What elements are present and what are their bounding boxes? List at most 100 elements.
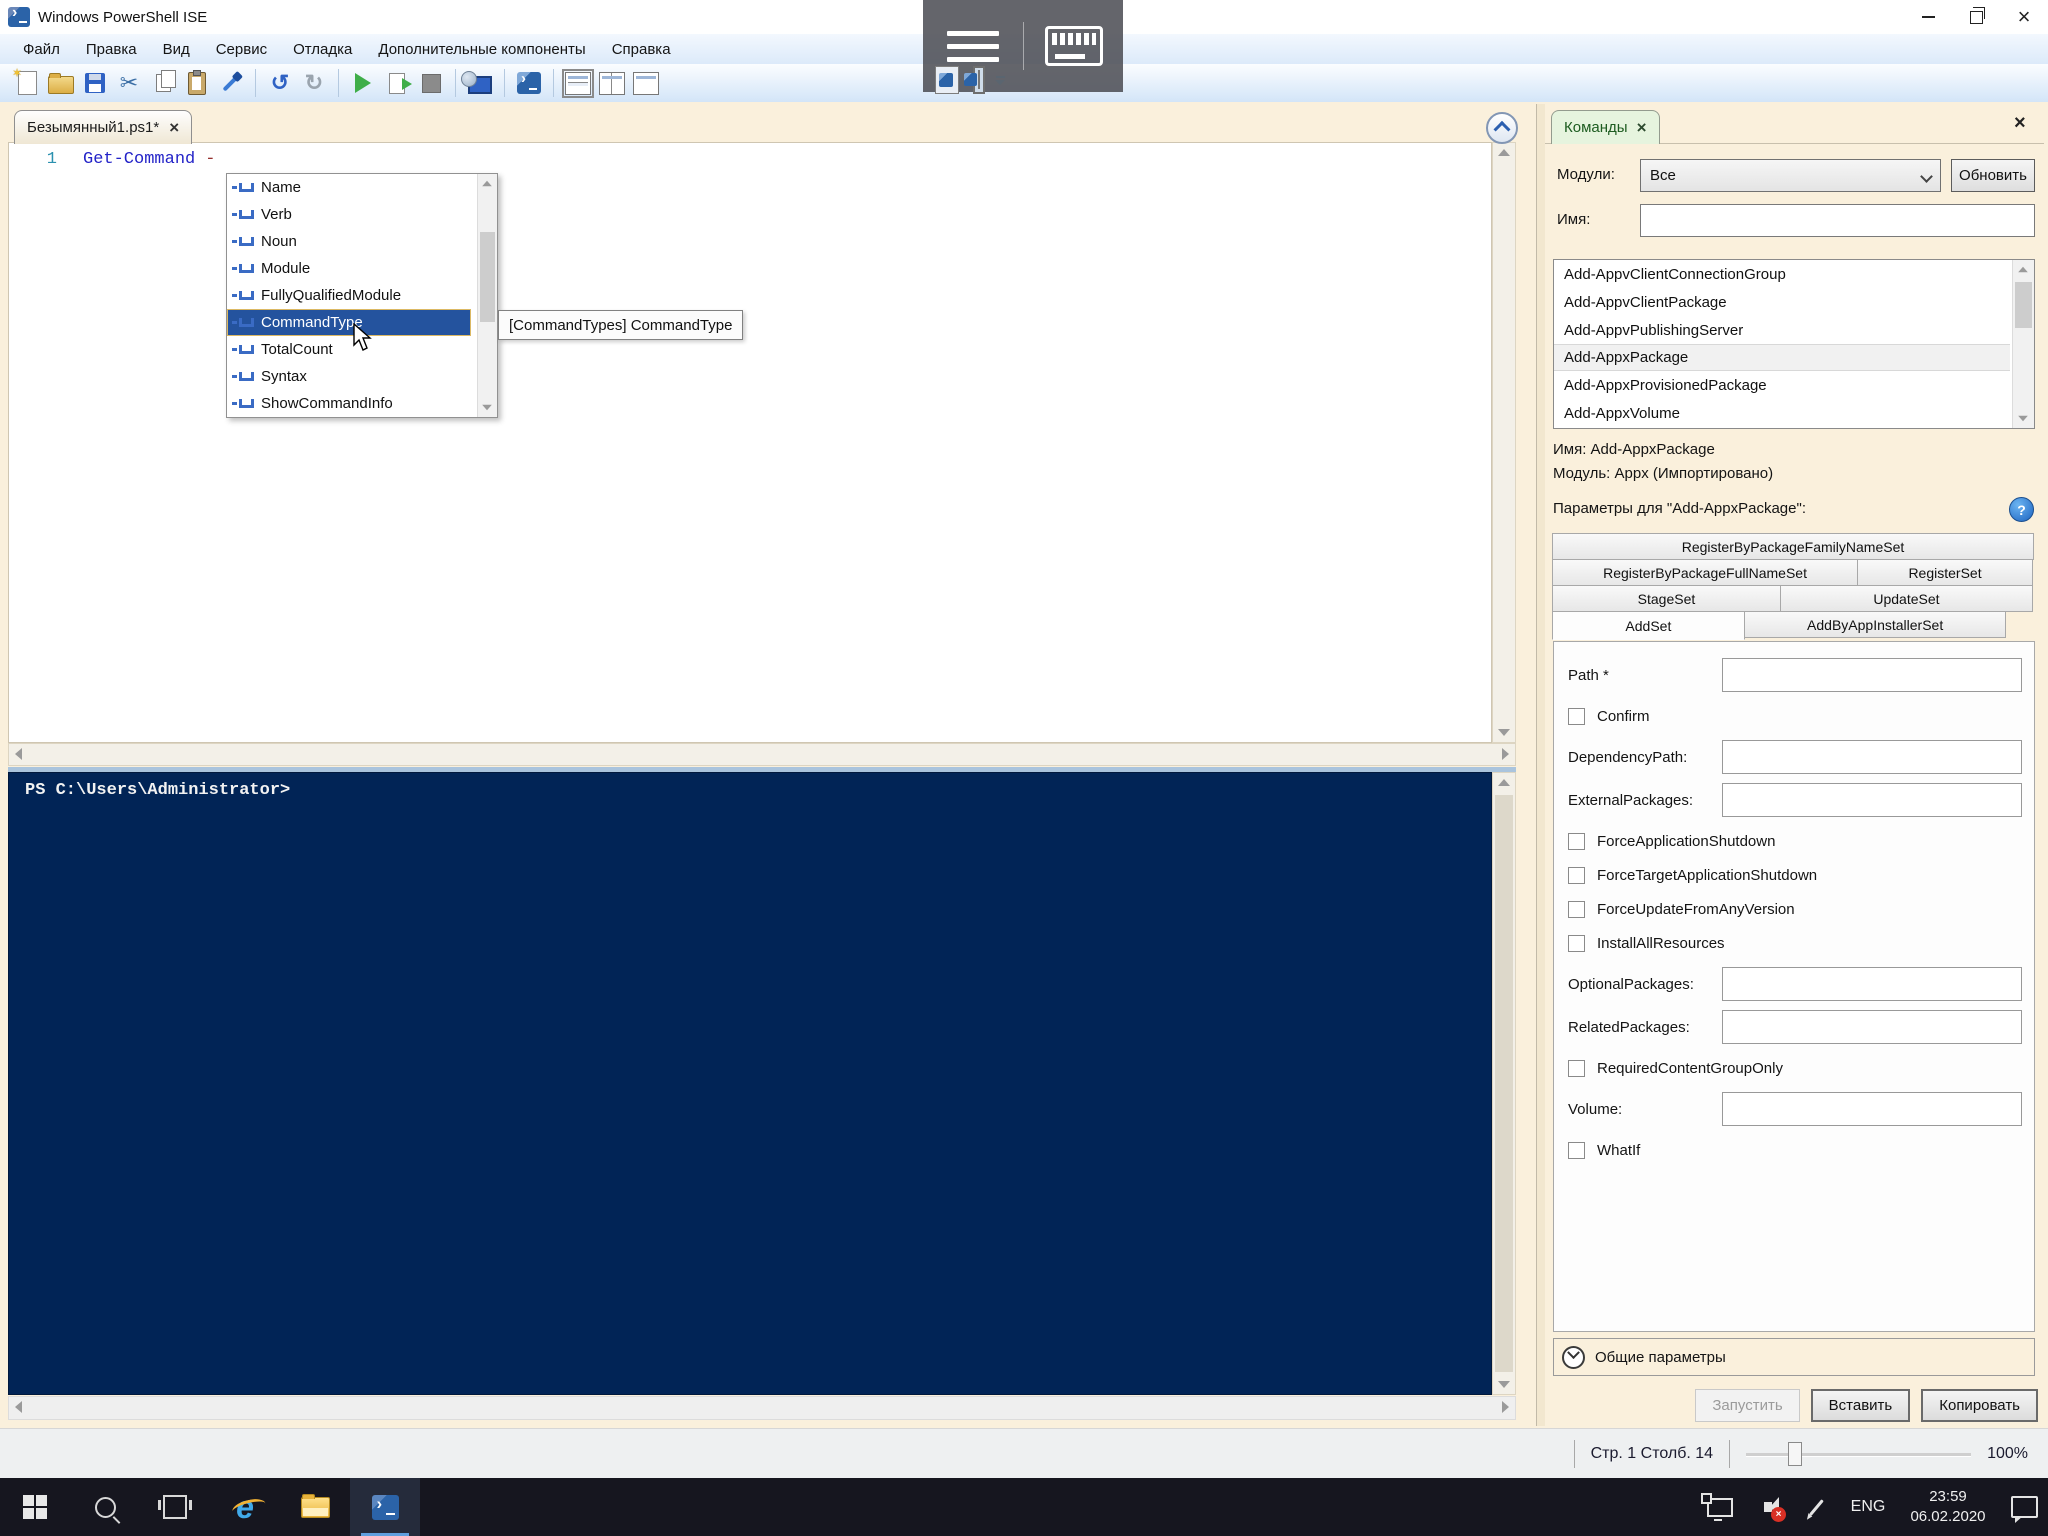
zoom-slider[interactable] — [1746, 1442, 1971, 1466]
task-view-button[interactable] — [140, 1478, 210, 1536]
intellisense-scrollbar[interactable] — [477, 174, 497, 417]
command-list-item[interactable]: Add-AppvClientConnectionGroup — [1554, 260, 2010, 288]
command-list-item[interactable]: Add-AppvClientPackage — [1554, 288, 2010, 316]
action-center-icon[interactable] — [2000, 1478, 2048, 1536]
show-script-pane-icon[interactable] — [935, 66, 959, 94]
field-input-Volume[interactable] — [1722, 1092, 2022, 1126]
run-selection-icon[interactable] — [380, 67, 414, 99]
param-set-tab-RegisterByPackageFamilyNameSet[interactable]: RegisterByPackageFamilyNameSet — [1552, 533, 2034, 560]
checkbox-ForceApplicationShutdown[interactable] — [1568, 833, 1585, 850]
panel-splitter[interactable] — [1536, 104, 1545, 1426]
run-script-icon[interactable] — [346, 67, 380, 99]
command-list-item[interactable]: Add-AppxProvisionedPackage — [1554, 371, 2010, 399]
refresh-button[interactable]: Обновить — [1951, 159, 2035, 192]
editor-horizontal-scrollbar[interactable] — [8, 743, 1516, 766]
checkbox-ForceUpdateFromAnyVersion[interactable] — [1568, 901, 1585, 918]
modules-dropdown[interactable]: Все — [1640, 159, 1941, 192]
cut-icon[interactable]: ✂ — [112, 67, 146, 99]
internet-explorer-button[interactable]: e — [210, 1478, 280, 1536]
toolbar-overflow-icon[interactable] — [995, 76, 1005, 85]
intellisense-item[interactable]: Noun — [227, 228, 471, 255]
command-list-item[interactable]: Add-AppxPackage — [1554, 344, 2010, 371]
field-input-Path[interactable] — [1722, 658, 2022, 692]
intellisense-item[interactable]: Syntax — [227, 363, 471, 390]
checkbox-Confirm[interactable] — [1568, 708, 1585, 725]
field-input-RelatedPackages[interactable] — [1722, 1010, 2022, 1044]
powershell-taskbar-button[interactable] — [350, 1478, 420, 1536]
param-set-tab-AddByAppInstallerSet[interactable]: AddByAppInstallerSet — [1744, 611, 2007, 638]
hamburger-menu-icon[interactable] — [923, 31, 1023, 62]
command-list-scrollbar[interactable] — [2012, 260, 2034, 428]
new-script-icon[interactable]: ✶ — [10, 67, 44, 99]
console-horizontal-scrollbar[interactable] — [8, 1396, 1516, 1420]
addon-pane-close-icon[interactable]: × — [2014, 112, 2026, 135]
editor-vertical-scrollbar[interactable] — [1492, 142, 1516, 743]
clear-console-icon[interactable] — [214, 67, 248, 99]
intellisense-item[interactable]: TotalCount — [227, 336, 471, 363]
editor-tab-close-icon[interactable]: × — [169, 119, 179, 136]
console-vertical-scrollbar[interactable] — [1492, 772, 1516, 1395]
restore-button[interactable] — [1952, 0, 2000, 34]
checkbox-InstallAllResources[interactable] — [1568, 935, 1585, 952]
stop-operation-icon[interactable] — [414, 67, 448, 99]
commands-panel-tab[interactable]: Команды × — [1551, 110, 1660, 144]
pen-input-icon[interactable] — [1792, 1478, 1840, 1536]
script-pane-top-pressed[interactable] — [973, 66, 985, 94]
menu-item-2[interactable]: Вид — [150, 38, 203, 61]
script-editor[interactable]: 1 Get-Command - NameVerbNounModuleFullyQ… — [8, 142, 1492, 743]
search-button[interactable] — [70, 1478, 140, 1536]
start-button[interactable] — [0, 1478, 70, 1536]
touch-keyboard-icon[interactable] — [1024, 26, 1123, 66]
field-input-ExternalPackages[interactable] — [1722, 783, 2022, 817]
common-params-expander[interactable]: Общие параметры — [1553, 1338, 2035, 1376]
param-set-tab-UpdateSet[interactable]: UpdateSet — [1780, 585, 2033, 612]
commands-tab-close-icon[interactable]: × — [1637, 119, 1647, 136]
volume-muted-icon[interactable]: × — [1744, 1478, 1792, 1536]
intellisense-item[interactable]: FullyQualifiedModule — [227, 282, 471, 309]
checkbox-WhatIf[interactable] — [1568, 1142, 1585, 1159]
start-powershell-icon[interactable] — [512, 67, 546, 99]
checkbox-ForceTargetApplicationShutdown[interactable] — [1568, 867, 1585, 884]
close-button[interactable]: × — [2000, 0, 2048, 34]
layout-script-top-icon[interactable] — [561, 67, 595, 99]
console-pane[interactable]: PS C:\Users\Administrator> — [8, 772, 1492, 1395]
layout-script-max-icon[interactable] — [629, 67, 663, 99]
checkbox-RequiredContentGroupOnly[interactable] — [1568, 1060, 1585, 1077]
intellisense-item[interactable]: Module — [227, 255, 471, 282]
file-explorer-button[interactable] — [280, 1478, 350, 1536]
redo-icon[interactable]: ↻ — [297, 67, 331, 99]
save-icon[interactable] — [78, 67, 112, 99]
intellisense-item[interactable]: Verb — [227, 201, 471, 228]
param-set-tab-RegisterSet[interactable]: RegisterSet — [1857, 559, 2033, 586]
param-set-tab-RegisterByPackageFullNameSet[interactable]: RegisterByPackageFullNameSet — [1552, 559, 1858, 586]
layout-script-right-icon[interactable] — [595, 67, 629, 99]
menu-item-5[interactable]: Дополнительные компоненты — [365, 38, 598, 61]
undo-icon[interactable]: ↺ — [263, 67, 297, 99]
network-tray-icon[interactable] — [1696, 1478, 1744, 1536]
command-list-item[interactable]: Add-AppvPublishingServer — [1554, 316, 2010, 344]
copy-icon[interactable] — [146, 67, 180, 99]
minimize-button[interactable] — [1904, 0, 1952, 34]
language-indicator[interactable]: ENG — [1840, 1498, 1896, 1516]
collapse-script-pane-button[interactable] — [1486, 112, 1518, 144]
editor-tab[interactable]: Безымянный1.ps1* × — [14, 110, 192, 144]
help-icon[interactable]: ? — [2009, 497, 2034, 522]
intellisense-item[interactable]: CommandType — [227, 309, 471, 336]
param-set-tab-AddSet[interactable]: AddSet — [1552, 611, 1745, 640]
intellisense-item[interactable]: ShowCommandInfo — [227, 390, 471, 417]
open-script-icon[interactable] — [44, 67, 78, 99]
insert-button[interactable]: Вставить — [1811, 1389, 1911, 1422]
intellisense-item[interactable]: Name — [227, 174, 471, 201]
menu-item-4[interactable]: Отладка — [280, 38, 365, 61]
new-remote-tab-icon[interactable] — [463, 67, 497, 99]
name-filter-input[interactable] — [1640, 204, 2035, 237]
param-set-tab-StageSet[interactable]: StageSet — [1552, 585, 1781, 612]
command-list-item[interactable]: Add-AppxVolume — [1554, 399, 2010, 427]
paste-icon[interactable] — [180, 67, 214, 99]
menu-item-1[interactable]: Правка — [73, 38, 150, 61]
run-button[interactable]: Запустить — [1695, 1389, 1799, 1422]
clock[interactable]: 23:59 06.02.2020 — [1896, 1487, 2000, 1528]
copy-button[interactable]: Копировать — [1921, 1389, 2038, 1422]
menu-item-0[interactable]: Файл — [10, 38, 73, 61]
field-input-OptionalPackages[interactable] — [1722, 967, 2022, 1001]
